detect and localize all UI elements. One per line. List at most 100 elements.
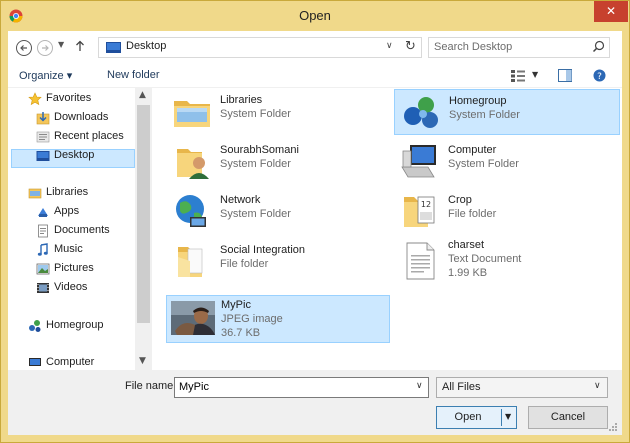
file-type: Text Document [448,253,522,265]
file-name: SourabhSomani [220,144,299,156]
file-item-social-integration[interactable]: Social Integration File folder [166,239,388,283]
address-bar[interactable]: Desktop ∨ ↻ [98,37,422,58]
libraries-icon [28,188,42,199]
file-type: JPEG image [221,313,283,325]
sidebar-item-label: Recent places [54,130,124,142]
file-name: Crop [448,194,472,206]
file-name: Computer [448,144,497,156]
apps-icon [38,208,48,217]
file-name-combobox[interactable]: ∨ [174,377,429,398]
sidebar-item-label: Music [54,243,83,255]
documents-icon [38,224,48,238]
file-item-mypic[interactable]: MyPic JPEG image 36.7 KB [166,295,390,343]
sidebar-item-label: Documents [54,224,110,236]
address-dropdown-icon[interactable]: ∨ [386,41,393,51]
preview-pane-icon[interactable] [558,69,572,82]
up-arrow-icon[interactable] [72,38,88,54]
dialog-body: ▼ Desktop ∨ ↻ Search Desktop Organize ▾ … [8,31,622,435]
open-options-dropdown-icon: ▼ [505,412,512,421]
file-name: Homegroup [449,95,507,107]
search-box[interactable] [428,37,610,58]
file-size: 1.99 KB [448,267,488,279]
text-document-icon [406,242,435,280]
image-thumbnail-icon [171,301,215,335]
cancel-button-label: Cancel [550,411,586,423]
cancel-button[interactable]: Cancel [528,406,608,429]
file-list: Libraries System Folder Homegroup System… [156,88,622,370]
file-item-computer[interactable]: Computer System Folder [394,139,616,183]
new-folder-button[interactable]: New folder [107,69,160,81]
folder-icon [178,247,203,277]
file-name: MyPic [221,299,251,311]
file-type: File folder [448,208,497,220]
pictures-icon [36,263,50,275]
file-item-charset[interactable]: charset Text Document 1.99 KB [394,239,616,289]
homegroup-icon [404,97,438,128]
close-button[interactable]: ✕ [594,1,628,22]
sidebar-item-label: Desktop [54,149,95,161]
scrollbar-thumb[interactable] [137,105,150,323]
file-type: System Folder [448,158,519,170]
scroll-up-arrow-icon[interactable]: ▲ [139,90,146,100]
file-type: System Folder [449,109,520,121]
view-options-dropdown-icon[interactable]: ▼ [532,70,538,79]
sidebar-item-label: Videos [54,281,88,293]
file-name-dropdown-icon[interactable]: ∨ [416,381,423,391]
sidebar-item-label: Pictures [54,262,94,274]
desktop-icon [106,42,121,53]
folder-icon: 12 [404,196,435,227]
address-text: Desktop [126,40,167,52]
downloads-icon [36,112,50,125]
file-name-label: File name: [125,380,177,392]
star-icon [28,92,42,106]
organize-menu-button[interactable]: Organize ▾ [19,69,72,82]
sidebar-item-label: Libraries [46,186,89,198]
computer-icon [29,358,41,366]
homegroup-icon [29,320,41,332]
navigation-pane: Favorites Downloads Recent places Deskto… [8,88,135,370]
sidebar-item-label: Downloads [54,111,109,123]
open-dialog-window: Open ✕ ▼ Desktop ∨ ↻ Search Desktop Orga… [0,0,630,443]
file-item-crop[interactable]: 12 Crop File folder [394,189,616,233]
title-bar[interactable]: Open ✕ [1,1,629,31]
change-view-icon[interactable] [511,70,525,82]
recent-places-icon [36,131,50,143]
file-name: Network [220,194,261,206]
sidebar-item-label: Apps [54,205,80,217]
resize-grip-icon[interactable] [608,422,618,432]
file-type-select[interactable]: All Files ∨ [436,377,608,398]
desktop-icon [36,151,50,161]
search-input[interactable] [434,39,584,55]
file-item-network[interactable]: Network System Folder [166,189,388,233]
forward-arrow-icon[interactable] [36,39,54,57]
back-arrow-icon[interactable] [15,39,33,57]
file-type: File folder [220,258,269,270]
file-name-input[interactable] [179,379,399,395]
file-item-sourabhsomani[interactable]: SourabhSomani System Folder [166,139,388,183]
dialog-title: Open [299,8,331,23]
libraries-folder-icon [174,101,210,127]
music-icon [37,243,48,256]
scroll-down-arrow-icon[interactable]: ▼ [139,356,146,366]
help-icon[interactable]: ? [593,69,606,82]
file-item-homegroup[interactable]: Homegroup System Folder [394,89,620,135]
sidebar-item-label: Homegroup [46,319,104,331]
file-name: charset [448,239,485,251]
file-name: Libraries [220,94,263,106]
search-icon[interactable] [592,40,605,53]
navigation-pane-scrollbar[interactable]: ▲ ▼ [135,88,152,370]
user-folder-icon [177,149,209,179]
dialog-footer: File name: ∨ All Files ∨ Open ▼ Cancel [8,370,622,435]
open-button-label: Open [454,411,482,423]
computer-icon [401,145,436,178]
open-options-split-button[interactable]: ▼ [501,409,516,426]
file-type: System Folder [220,108,291,120]
file-item-libraries[interactable]: Libraries System Folder [166,89,388,133]
file-type: System Folder [220,158,291,170]
refresh-icon[interactable]: ↻ [405,39,416,54]
open-button[interactable]: Open ▼ [436,406,517,429]
file-type-dropdown-icon[interactable]: ∨ [594,381,601,391]
sidebar-item-label: Favorites [46,92,92,104]
sidebar-item-label: Computer [46,356,95,368]
file-name: Social Integration [220,244,305,256]
